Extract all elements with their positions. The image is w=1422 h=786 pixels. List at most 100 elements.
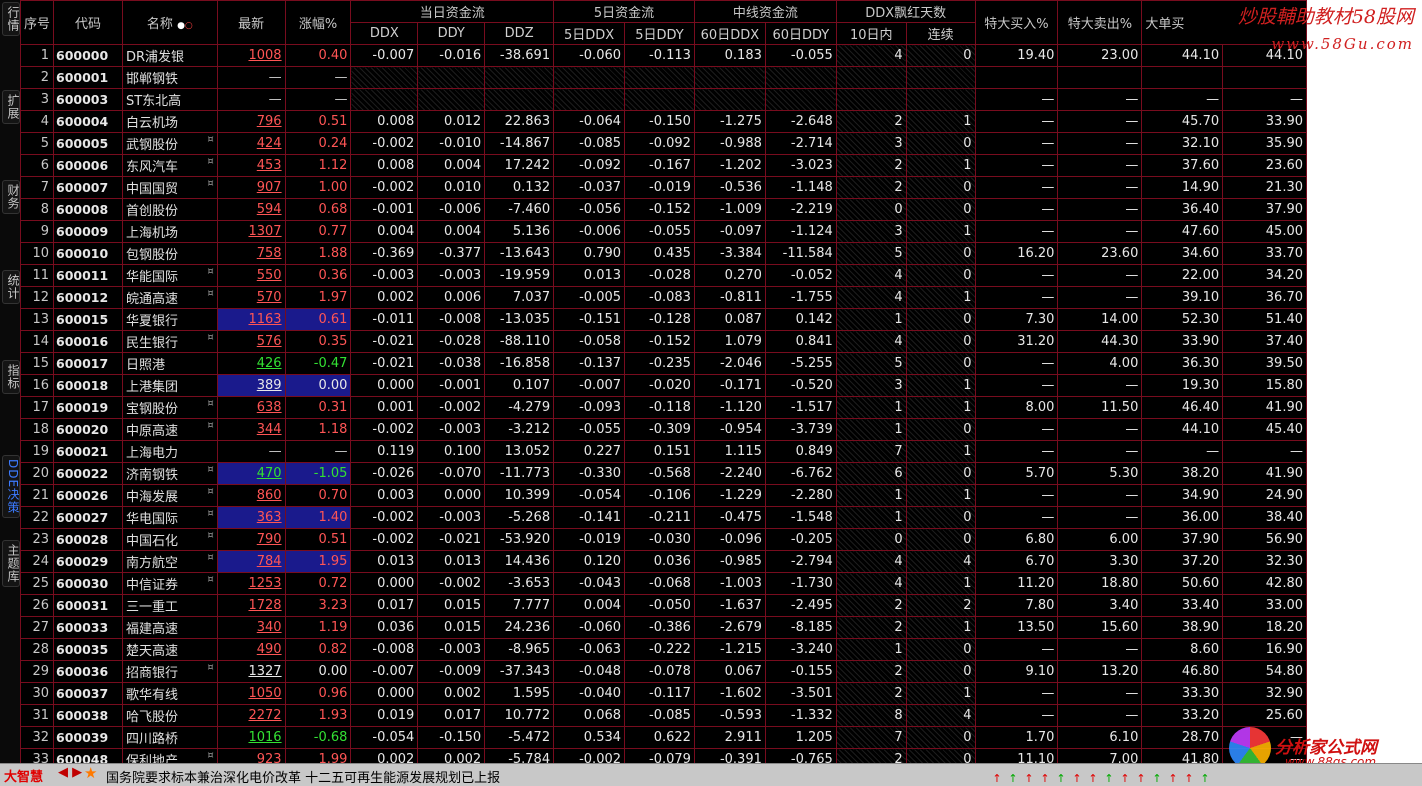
cell-ddy5: -0.309: [624, 418, 695, 441]
cell-code: 600016: [53, 330, 123, 353]
table-row[interactable]: 21 600026 中海发展 ¤ 860 0.70 0.003 0.000 10.399 -0.0…: [20, 484, 1307, 507]
table-row[interactable]: 3 600003 ST东北高 — — — — — —: [20, 88, 1307, 111]
cell-big-order-b: 54.80: [1222, 660, 1307, 683]
table-row[interactable]: 5 600005 武钢股份 ¤ 424 0.24 -0.002 -0.010 -14.867 -0…: [20, 132, 1307, 155]
cell-change: 0.00: [284, 374, 352, 397]
cell-code: 600029: [53, 550, 123, 573]
cell-big-sell: 4.00: [1057, 352, 1143, 375]
table-row[interactable]: 12 600012 皖通高速 ¤ 570 1.97 0.002 0.006 7.037 -0.00…: [20, 286, 1307, 309]
sort-indicator-icon: ●: [177, 21, 185, 31]
cell-big-order-a: 39.10: [1141, 286, 1224, 309]
cell-seq: 11: [20, 264, 55, 287]
col-name-label: 名称: [146, 17, 173, 32]
table-row[interactable]: 14 600016 民生银行 ¤ 576 0.35 -0.021 -0.028 -88.110-…: [20, 330, 1307, 353]
table-row[interactable]: 30 600037 歌华有线 1050 0.96 0.000 0.002 1.595 -0.04…: [20, 682, 1307, 705]
cell-code: 600000: [53, 44, 123, 67]
cell-ddy: -0.028: [417, 330, 486, 353]
price-value: 344: [256, 422, 282, 437]
col-change[interactable]: 涨幅%: [284, 0, 352, 45]
col-ddy5[interactable]: 5日DDY: [624, 22, 695, 45]
col-ddy[interactable]: DDY: [417, 22, 486, 45]
cell-red10: 4: [835, 286, 907, 309]
col-ddx5[interactable]: 5日DDX: [553, 22, 626, 45]
side-tab-4[interactable]: 指标: [2, 360, 20, 394]
table-row[interactable]: 4 600004 白云机场 796 0.51 0.008 0.012 22.863 -0.064…: [20, 110, 1307, 133]
col-code[interactable]: 代码: [53, 0, 123, 45]
table-row[interactable]: 8 600008 首创股份 594 0.68 -0.001 -0.006 -7.460 -0.0…: [20, 198, 1307, 221]
table-row[interactable]: 18 600020 中原高速 ¤ 344 1.18 -0.002 -0.003 -3.212 -0…: [20, 418, 1307, 441]
table-row[interactable]: 23 600028 中国石化 ¤ 790 0.51 -0.002 -0.021 -53.920-…: [20, 528, 1307, 551]
col-big-sell[interactable]: 特大卖出%: [1057, 0, 1143, 45]
table-row[interactable]: 20 600022 济南钢铁 ¤ 470 -1.05 -0.026 -0.070 -11.773…: [20, 462, 1307, 485]
side-tab-5[interactable]: DDE决策: [2, 455, 20, 519]
col-big-order[interactable]: 大单买: [1141, 0, 1307, 45]
table-row[interactable]: 28 600035 楚天高速 490 0.82 -0.008 -0.003 -8.965 -0.…: [20, 638, 1307, 661]
cell-code: 600028: [53, 528, 123, 551]
col-ddz[interactable]: DDZ: [484, 22, 555, 45]
margin-flag-icon: ¤: [207, 288, 214, 299]
cell-big-sell: [1057, 66, 1143, 89]
side-tab-0[interactable]: 行情: [2, 2, 20, 36]
col-red10[interactable]: 10日内: [835, 22, 907, 45]
table-row[interactable]: 1 600000 DR浦发银 1008 0.40 -0.007 -0.016 -38.691-…: [20, 44, 1307, 67]
cell-ddz: 7.777: [484, 594, 555, 617]
cell-big-sell: 14.00: [1057, 308, 1143, 331]
table-row[interactable]: 16 600018 上港集团 389 0.00 0.000 -0.001 0.107 -0.00…: [20, 374, 1307, 397]
news-ticker[interactable]: 国务院要求标本兼治深化电价改革 十二五可再生能源发展规划已上报: [106, 767, 500, 786]
table-row[interactable]: 27 600033 福建高速 340 1.19 0.036 0.015 24.236 -0.06…: [20, 616, 1307, 639]
table-row[interactable]: 22 600027 华电国际 ¤ 363 1.40 -0.002 -0.003 -5.268 -0…: [20, 506, 1307, 529]
table-row[interactable]: 26 600031 三一重工 1728 3.23 0.017 0.015 7.777 0.004…: [20, 594, 1307, 617]
table-row[interactable]: 2 600001 邯郸钢铁 — —: [20, 66, 1307, 89]
table-row[interactable]: 6 600006 东风汽车 ¤ 453 1.12 0.008 0.004 17.242 -0.09…: [20, 154, 1307, 177]
market-indicator-icon: ↑: [1104, 772, 1114, 785]
cell-big-sell: —: [1057, 198, 1143, 221]
side-tab-3[interactable]: 统计: [2, 270, 20, 304]
cell-seq: 24: [20, 550, 55, 573]
side-tab-1[interactable]: 扩展: [2, 90, 20, 124]
cell-price: 860: [216, 484, 286, 507]
col-seq[interactable]: 序号: [20, 0, 55, 45]
ticker-nav-arrows[interactable]: ◀ ▶: [58, 765, 82, 780]
group-day-flow: 当日资金流: [350, 0, 555, 23]
col-big-buy[interactable]: 特大买入%: [974, 0, 1059, 45]
col-name[interactable]: 名称 ●○: [121, 0, 218, 45]
table-row[interactable]: 7 600007 中国国贸 ¤ 907 1.00 -0.002 0.010 0.132 -0.03…: [20, 176, 1307, 199]
table-row[interactable]: 32 600039 四川路桥 1016 -0.68 -0.054 -0.150 -5.472 0…: [20, 726, 1307, 749]
table-row[interactable]: 13 600015 华夏银行 1163 0.61 -0.011 -0.008 -13.035-…: [20, 308, 1307, 331]
side-tab-2[interactable]: 财务: [2, 180, 20, 214]
cell-change: 0.68: [284, 198, 352, 221]
table-row[interactable]: 19 600021 上海电力 — —0.119 0.100 13.052 0.227 0.151…: [20, 440, 1307, 463]
cell-big-order-a: 34.90: [1141, 484, 1224, 507]
price-value: 490: [256, 642, 282, 657]
col-ddy60[interactable]: 60日DDY: [764, 22, 837, 45]
cell-red10: 3: [835, 220, 907, 243]
cell-ddy: -0.003: [417, 638, 486, 661]
table-row[interactable]: 10 600010 包钢股份 758 1.88 -0.369 -0.377 -13.643 0.…: [20, 242, 1307, 265]
side-tab-6[interactable]: 主题库: [2, 540, 20, 587]
col-ddx[interactable]: DDX: [350, 22, 419, 45]
table-row[interactable]: 15 600017 日照港 426 -0.47 -0.021 -0.038 -16.858 -0…: [20, 352, 1307, 375]
table-row[interactable]: 24 600029 南方航空 ¤ 784 1.95 0.013 0.013 14.436 0.12…: [20, 550, 1307, 573]
brand-label[interactable]: 大智慧: [4, 766, 43, 785]
star-icon[interactable]: ★: [84, 764, 97, 782]
group-red-days: DDX飘红天数: [835, 0, 976, 23]
cell-ddx60: 2.911: [693, 726, 766, 749]
table-row[interactable]: 9 600009 上海机场 1307 0.77 0.004 0.004 5.136 -0.006…: [20, 220, 1307, 243]
cell-change: 1.40: [284, 506, 352, 529]
table-row[interactable]: 33 600048 保利地产 ¤ 923 1.99 0.002 0.002 -5.784 -0.0…: [20, 748, 1307, 763]
col-redcont[interactable]: 连续: [905, 22, 976, 45]
cell-ddz: -16.858: [484, 352, 555, 375]
col-price[interactable]: 最新: [216, 0, 286, 45]
cell-big-order-a: 14.90: [1141, 176, 1224, 199]
market-indicator-icon: ↑: [992, 772, 1002, 785]
table-row[interactable]: 25 600030 中信证券 ¤ 1253 0.72 0.000 -0.002 -3.653 -0…: [20, 572, 1307, 595]
table-row[interactable]: 31 600038 哈飞股份 2272 1.93 0.019 0.017 10.772 0.06…: [20, 704, 1307, 727]
cell-ddx: 0.036: [350, 616, 419, 639]
col-ddx60[interactable]: 60日DDX: [693, 22, 766, 45]
table-row[interactable]: 29 600036 招商银行 ¤ 1327 0.00 -0.007 -0.009 -37.343…: [20, 660, 1307, 683]
table-row[interactable]: 11 600011 华能国际 ¤ 550 0.36 -0.003 -0.003 -19.959 0…: [20, 264, 1307, 287]
table-row[interactable]: 17 600019 宝钢股份 ¤ 638 0.31 0.001 -0.002 -4.279 -0.…: [20, 396, 1307, 419]
cell-redcont: 1: [905, 220, 976, 243]
cell-code: 600001: [53, 66, 123, 89]
cell-ddx5: -0.056: [553, 198, 626, 221]
